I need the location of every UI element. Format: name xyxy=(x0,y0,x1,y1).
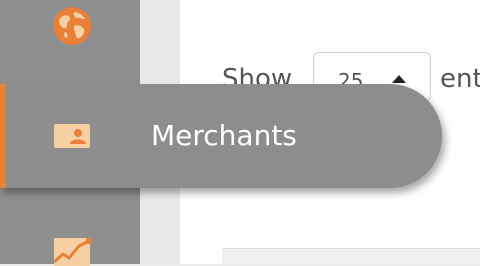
data-table-header xyxy=(222,248,480,265)
id-card-icon xyxy=(54,124,90,148)
active-indicator xyxy=(0,84,6,188)
entries-label: ent xyxy=(440,64,480,94)
line-chart-icon[interactable] xyxy=(52,234,94,266)
caret-up-icon xyxy=(392,75,406,83)
sidebar-item-merchants[interactable]: Merchants xyxy=(0,84,442,188)
globe-icon[interactable] xyxy=(52,6,92,46)
sidebar-item-label: Merchants xyxy=(151,119,297,152)
